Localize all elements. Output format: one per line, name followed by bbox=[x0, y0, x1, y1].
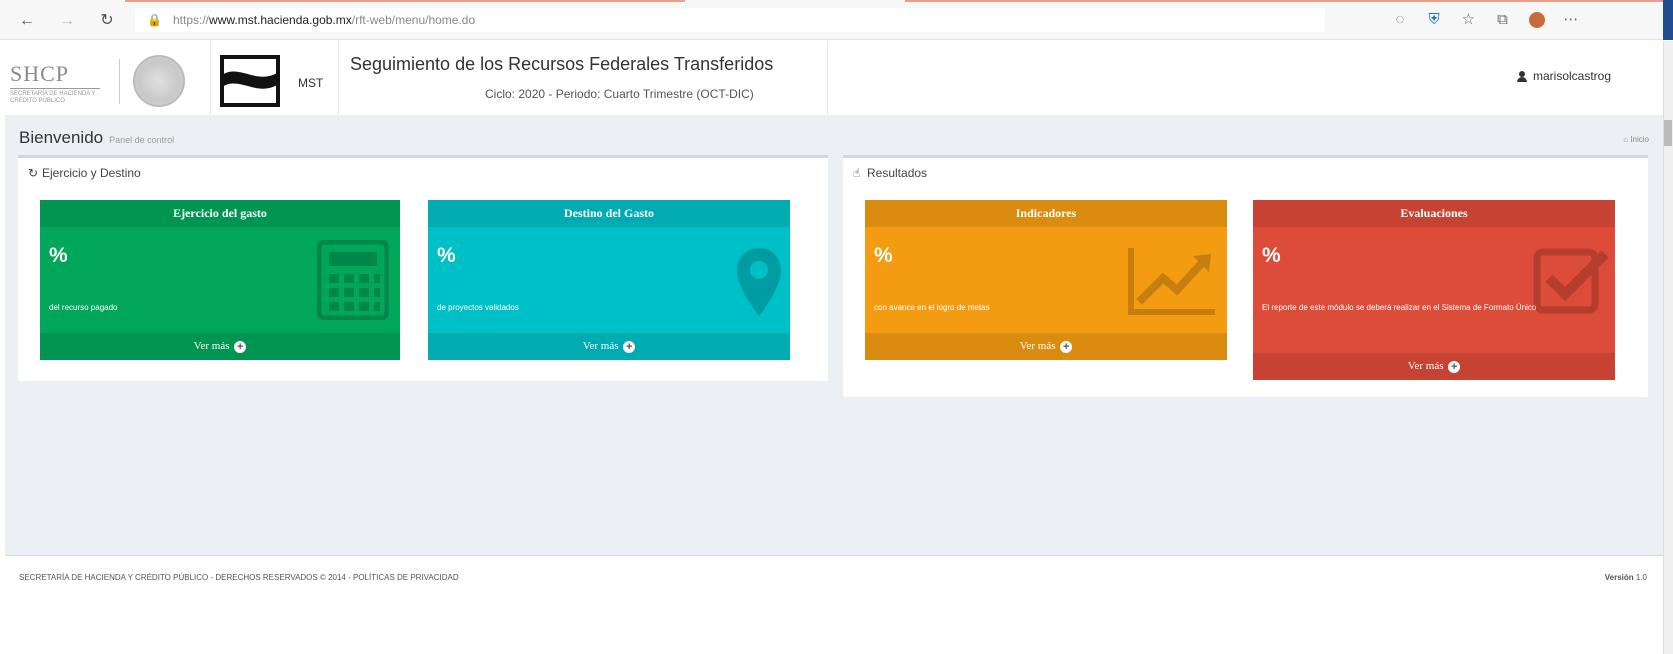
main-content: Bienvenido Panel de control ⌂ Inicio ↻ Eje… bbox=[5, 115, 1663, 555]
version-label: Versión bbox=[1604, 573, 1634, 582]
tile-title: Evaluaciones bbox=[1253, 200, 1615, 227]
page-footer: SECRETARÍA DE HACIENDA Y CRÉDITO PÚBLICO… bbox=[5, 555, 1663, 605]
url-prefix: https:// bbox=[173, 13, 210, 27]
url-host: www.mst.hacienda.gob.mx bbox=[209, 13, 352, 27]
ver-mas-link[interactable]: Ver más + bbox=[865, 333, 1227, 360]
breadcrumb-home-label: Inicio bbox=[1630, 135, 1649, 144]
tile-value: % bbox=[874, 244, 893, 267]
tile-indicadores: Indicadores % con avance en el logro de … bbox=[865, 200, 1227, 360]
back-icon[interactable]: ← bbox=[16, 10, 38, 32]
page-subtitle: Panel de control bbox=[109, 135, 175, 145]
refresh-icon: ↻ bbox=[28, 166, 39, 180]
thumbs-up-icon: ☝ bbox=[853, 166, 861, 180]
ejercicio-destino-box: ↻ Ejercicio y Destino Ejercicio del gasto… bbox=[18, 155, 828, 381]
plus-circle-icon: + bbox=[1060, 341, 1073, 353]
calculator-icon bbox=[317, 240, 389, 320]
header-divider bbox=[210, 41, 211, 114]
tile-title: Ejercicio del gasto bbox=[40, 200, 400, 227]
page-load-progress bbox=[0, 0, 1673, 2]
tile-description: de proyectos validados bbox=[437, 303, 519, 312]
user-menu[interactable]: marisolcastrog bbox=[1517, 69, 1611, 83]
footer-copyright: SECRETARÍA DE HACIENDA Y CRÉDITO PÚBLICO… bbox=[19, 573, 459, 582]
tile-value: % bbox=[1262, 244, 1281, 267]
box-title-text: Ejercicio y Destino bbox=[42, 166, 141, 180]
app-title: Seguimiento de los Recursos Federales Tr… bbox=[350, 54, 774, 74]
box-title: ☝ Resultados bbox=[853, 166, 927, 180]
mst-logo-icon bbox=[218, 53, 284, 109]
tracking-icon[interactable]: ◌ bbox=[1385, 10, 1415, 30]
favorites-icon[interactable]: ☆ bbox=[1453, 10, 1483, 30]
tile-title: Indicadores bbox=[865, 200, 1227, 227]
map-marker-icon bbox=[737, 248, 781, 316]
browser-toolbar: ← → ↻ 🔒 https://www.mst.hacienda.gob.mx/… bbox=[0, 0, 1673, 40]
more-icon[interactable]: ⋯ bbox=[1556, 10, 1586, 30]
app-header: SHCP SECRETARÍA DE HACIENDA Y CRÉDITO PÚ… bbox=[0, 41, 1663, 114]
reload-icon[interactable]: ↻ bbox=[96, 10, 118, 32]
breadcrumb-home[interactable]: ⌂ Inicio bbox=[1623, 135, 1649, 144]
header-divider bbox=[338, 41, 339, 114]
forward-icon[interactable]: → bbox=[56, 10, 78, 32]
shield-icon[interactable]: ⛨ bbox=[1419, 10, 1449, 30]
ver-mas-label: Ver más bbox=[582, 340, 619, 352]
ver-mas-label: Ver más bbox=[1019, 340, 1056, 352]
page-title-text: Bienvenido bbox=[19, 128, 104, 147]
ver-mas-link[interactable]: Ver más + bbox=[40, 333, 400, 360]
url-path: /rft-web/menu/home.do bbox=[351, 13, 476, 27]
app-cycle-period: Ciclo: 2020 - Periodo: Cuarto Trimestre … bbox=[485, 87, 754, 101]
address-bar[interactable]: 🔒 https://www.mst.hacienda.gob.mx/rft-we… bbox=[135, 8, 1325, 32]
tile-destino-gasto: Destino del Gasto % de proyectos validad… bbox=[428, 200, 790, 360]
check-square-icon bbox=[1533, 248, 1609, 314]
tile-title: Destino del Gasto bbox=[428, 200, 790, 227]
box-title-text: Resultados bbox=[867, 166, 928, 180]
tile-ejercicio-gasto: Ejercicio del gasto % del recurso pagado… bbox=[40, 200, 400, 360]
scrollbar-thumb[interactable] bbox=[1664, 120, 1672, 146]
mexico-seal-icon bbox=[133, 55, 185, 107]
ver-mas-label: Ver más bbox=[1407, 360, 1444, 372]
plus-circle-icon: + bbox=[623, 341, 636, 353]
plus-circle-icon: + bbox=[1448, 361, 1461, 373]
mst-label: MST bbox=[298, 76, 324, 90]
tile-value: % bbox=[49, 244, 68, 267]
header-divider bbox=[827, 41, 828, 114]
page-title: Bienvenido Panel de control bbox=[19, 128, 174, 148]
user-icon bbox=[1517, 71, 1527, 82]
ver-mas-label: Ver más bbox=[193, 340, 230, 352]
tile-evaluaciones: Evaluaciones % El reporte de este módulo… bbox=[1253, 200, 1615, 380]
plus-circle-icon: + bbox=[234, 341, 247, 353]
window-edge bbox=[1663, 0, 1673, 40]
user-name: marisolcastrog bbox=[1533, 69, 1612, 83]
collections-icon[interactable]: ⧉ bbox=[1488, 10, 1518, 30]
box-title: ↻ Ejercicio y Destino bbox=[28, 166, 141, 180]
line-chart-icon bbox=[1128, 248, 1215, 315]
shcp-logo-subtext: SECRETARÍA DE HACIENDA Y CRÉDITO PÚBLICO bbox=[10, 91, 96, 104]
tile-value: % bbox=[437, 244, 456, 267]
footer-version: Versión 1.0 bbox=[1605, 573, 1647, 582]
lock-icon: 🔒 bbox=[147, 13, 162, 27]
ver-mas-link[interactable]: Ver más + bbox=[428, 333, 790, 360]
shcp-logo-text: SHCP bbox=[10, 61, 70, 86]
shcp-logo[interactable]: SHCP SECRETARÍA DE HACIENDA Y CRÉDITO PÚ… bbox=[10, 61, 105, 104]
ver-mas-link[interactable]: Ver más + bbox=[1253, 353, 1615, 380]
version-value: 1.0 bbox=[1635, 573, 1647, 582]
resultados-box: ☝ Resultados Indicadores % con avance en … bbox=[843, 155, 1648, 397]
profile-avatar[interactable] bbox=[1522, 10, 1552, 30]
